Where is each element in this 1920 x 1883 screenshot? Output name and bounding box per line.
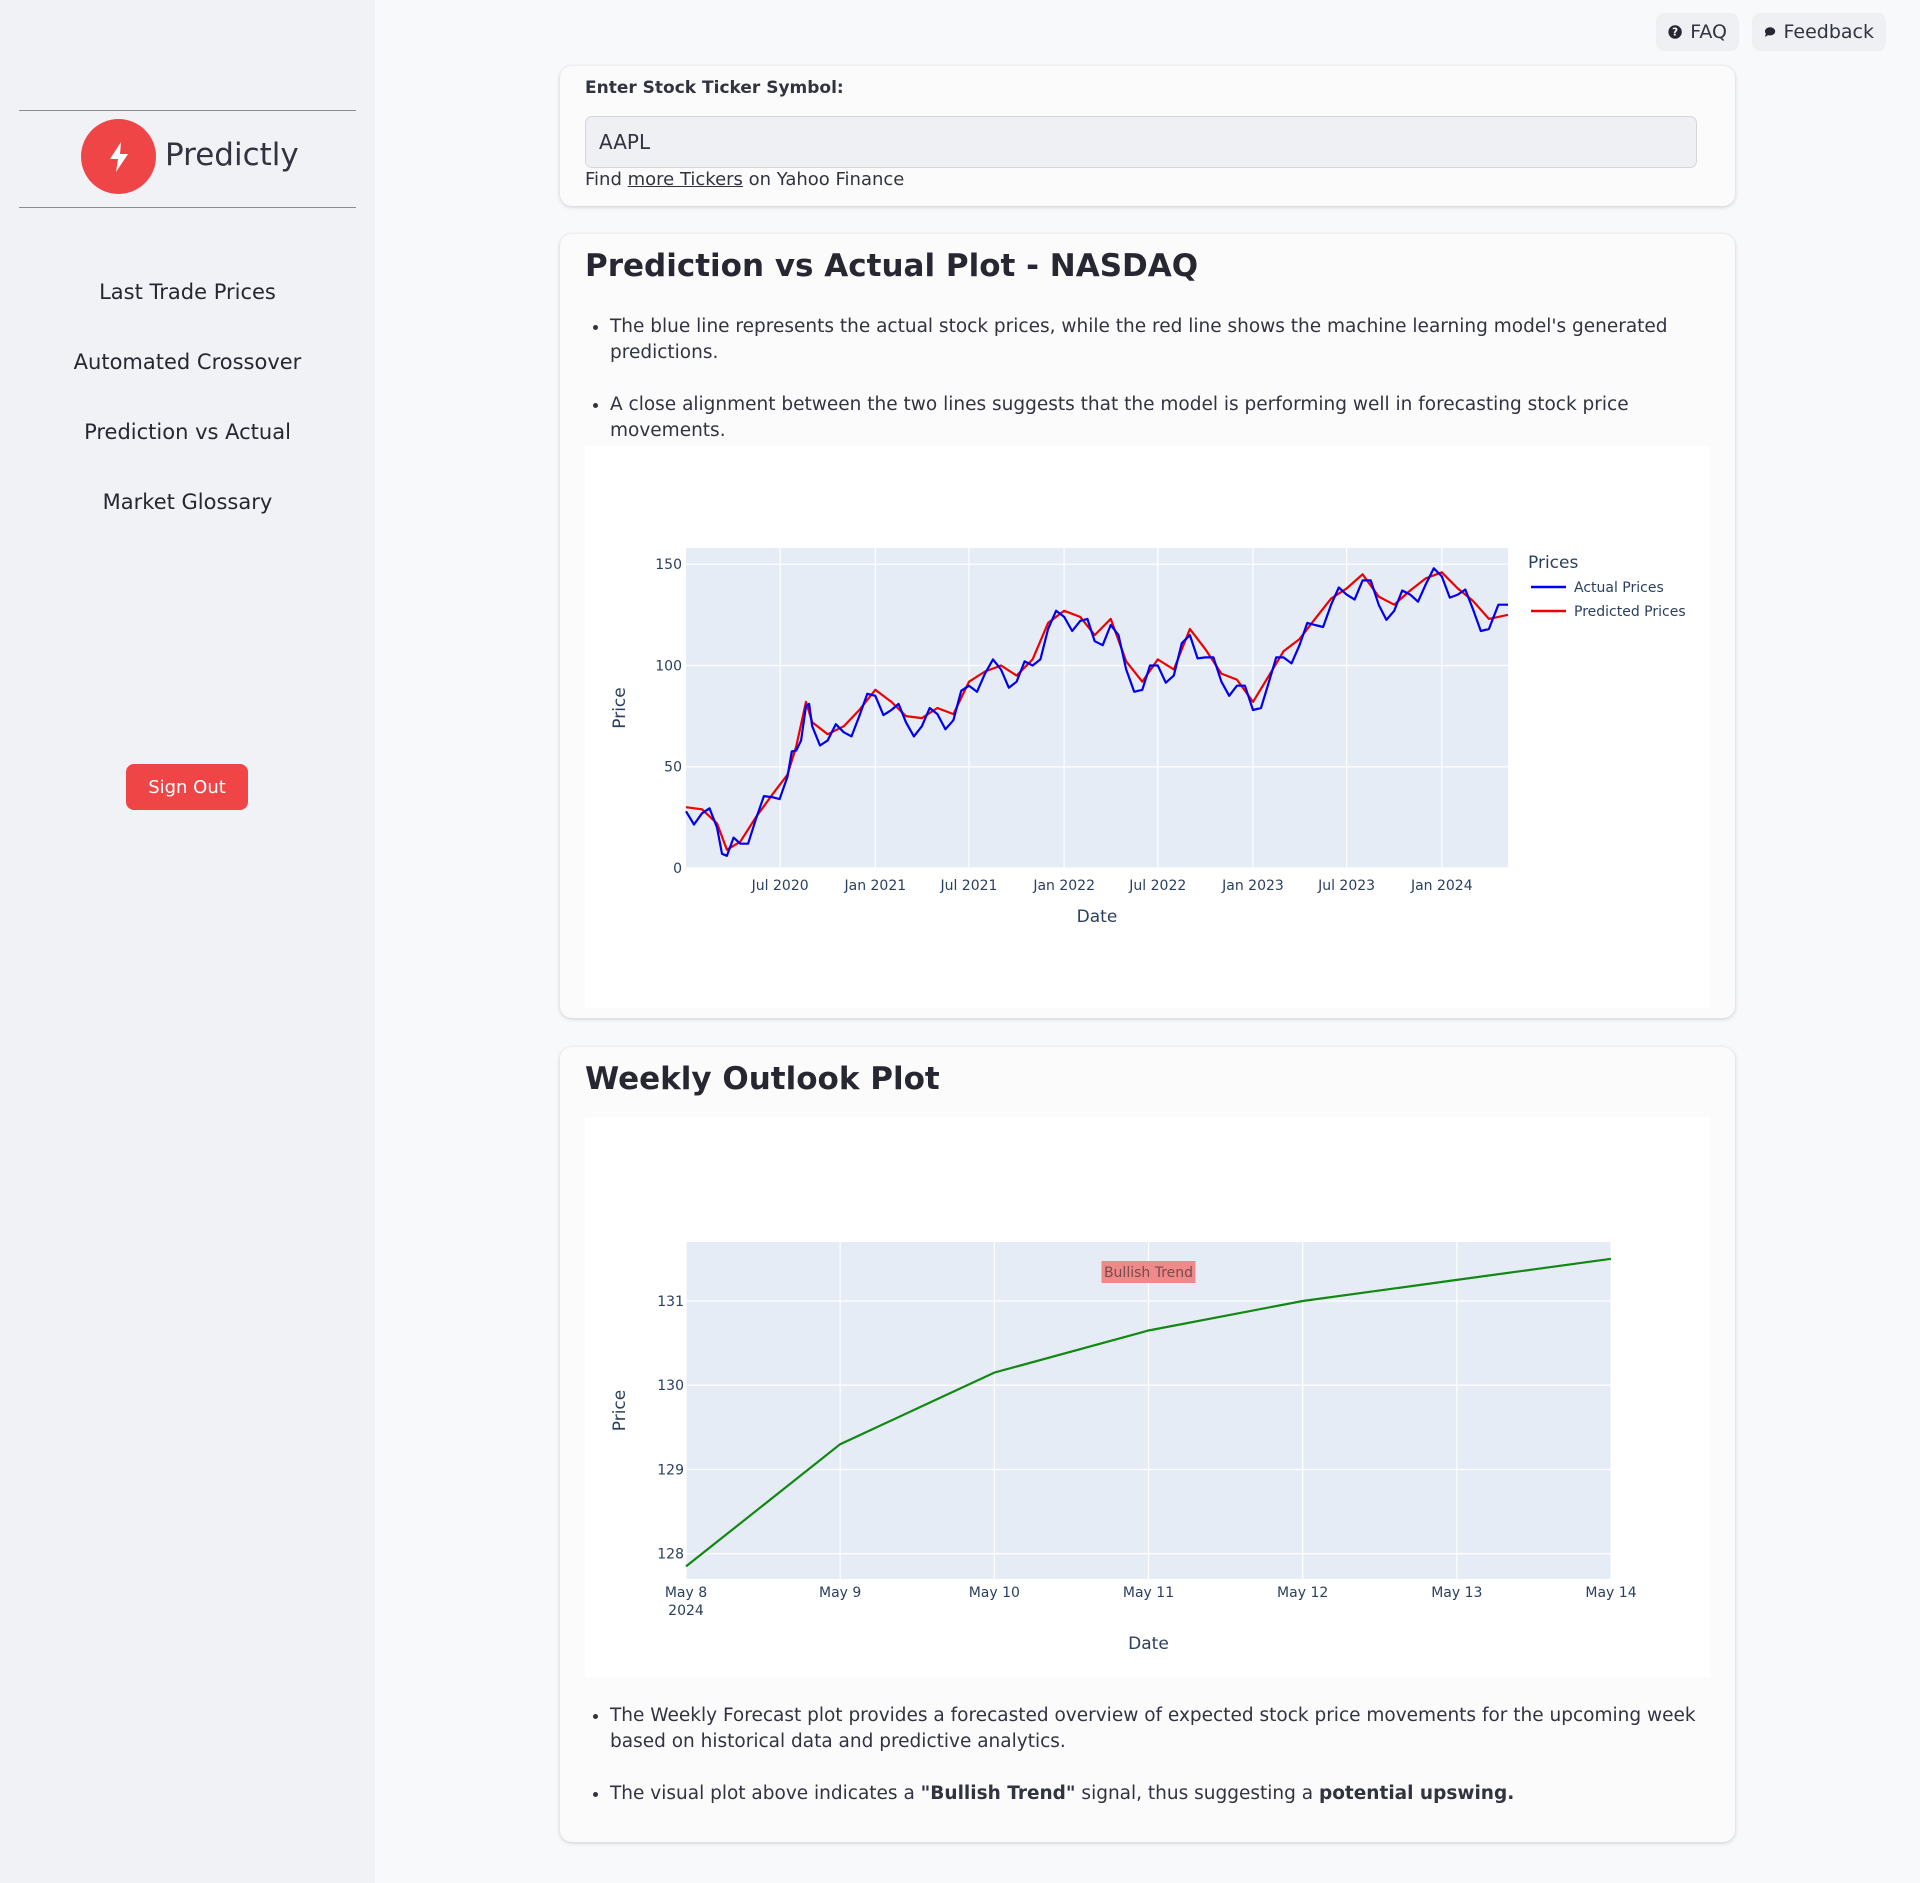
speech-bubble-icon: [1764, 27, 1776, 37]
x-tick-label: Jan 2022: [1032, 878, 1095, 894]
y-tick-label: 130: [657, 1378, 684, 1394]
y-tick-label: 0: [673, 861, 682, 877]
x-tick-label: Jan 2021: [843, 878, 906, 894]
x-tick-label: May 8: [665, 1585, 707, 1601]
x-tick-label: May 9: [819, 1585, 861, 1601]
ticker-label: Enter Stock Ticker Symbol:: [585, 78, 844, 98]
sidebar-item-market-glossary[interactable]: Market Glossary: [0, 490, 375, 514]
list-item: A close alignment between the two lines …: [610, 392, 1750, 444]
more-tickers-link[interactable]: more Tickers: [628, 169, 743, 190]
annotation-label: Bullish Trend: [1104, 1265, 1193, 1281]
prediction-card: Prediction vs Actual Plot - NASDAQ The b…: [560, 234, 1735, 1018]
list-item: The blue line represents the actual stoc…: [610, 314, 1750, 366]
legend-entry: Actual Prices: [1574, 580, 1664, 596]
ticker-help: Find more Tickers on Yahoo Finance: [585, 169, 904, 190]
x-tick-label: Jul 2021: [939, 878, 997, 894]
feedback-button[interactable]: Feedback: [1752, 13, 1886, 51]
weekly-card: Weekly Outlook Plot 128 129 130 131 May 8 May…: [560, 1047, 1735, 1842]
x-tick-label: May 14: [1585, 1585, 1636, 1601]
weekly-title: Weekly Outlook Plot: [585, 1061, 940, 1097]
weekly-plot[interactable]: 128 129 130 131 May 8 May 9 May 10 May 11 May 12…: [585, 1117, 1710, 1677]
y-tick-label: 50: [664, 760, 682, 776]
x-tick-sublabel: 2024: [668, 1603, 704, 1619]
y-tick-label: 150: [655, 557, 682, 573]
y-axis-title: Price: [610, 1390, 630, 1431]
sidebar-item-prediction-vs-actual[interactable]: Prediction vs Actual: [0, 420, 375, 444]
y-tick-label: 100: [655, 658, 682, 674]
x-tick-label: May 11: [1123, 1585, 1174, 1601]
x-tick-label: Jan 2023: [1221, 878, 1284, 894]
x-axis-title: Date: [1128, 1634, 1169, 1654]
faq-label: FAQ: [1690, 21, 1727, 43]
brand-name: Predictly: [165, 137, 299, 173]
ticker-card: Enter Stock Ticker Symbol: AAPL Find mor…: [560, 66, 1735, 206]
prediction-plot[interactable]: 0 50 100 150 Jul 2020 Jan 2021 Jul 2021 Jan 202…: [585, 446, 1710, 1008]
bullet-text: signal, thus suggesting a: [1075, 1783, 1319, 1804]
brand-logo: [81, 119, 156, 194]
sidebar-item-last-trade-prices[interactable]: Last Trade Prices: [0, 280, 375, 304]
x-tick-label: Jul 2020: [751, 878, 809, 894]
x-tick-label: Jul 2022: [1128, 878, 1186, 894]
bullet-text: The visual plot above indicates a: [610, 1783, 921, 1804]
brand: Predictly: [19, 110, 356, 208]
sign-out-button[interactable]: Sign Out: [126, 764, 248, 810]
y-tick-label: 128: [657, 1547, 684, 1563]
x-tick-label: Jan 2024: [1410, 878, 1473, 894]
potential-upswing-emphasis: potential upswing.: [1318, 1783, 1515, 1804]
y-axis-title: Price: [610, 687, 630, 728]
x-tick-label: May 13: [1431, 1585, 1482, 1601]
weekly-outlook-chart[interactable]: 128 129 130 131 May 8 May 9 May 10 May 11 May 12…: [585, 1117, 1710, 1677]
bullish-trend-emphasis: "Bullish Trend": [920, 1783, 1076, 1804]
ticker-help-suffix: on Yahoo Finance: [742, 169, 905, 190]
x-tick-label: May 12: [1277, 1585, 1328, 1601]
list-item: The Weekly Forecast plot provides a fore…: [610, 1703, 1735, 1755]
sidebar-item-automated-crossover[interactable]: Automated Crossover: [0, 350, 375, 374]
prediction-vs-actual-chart[interactable]: 0 50 100 150 Jul 2020 Jan 2021 Jul 2021 Jan 202…: [585, 446, 1710, 1008]
faq-button[interactable]: ? FAQ: [1656, 13, 1739, 51]
feedback-label: Feedback: [1783, 21, 1874, 43]
weekly-bullets: The Weekly Forecast plot provides a fore…: [585, 1703, 1735, 1833]
legend-entry: Predicted Prices: [1574, 604, 1686, 620]
ticker-input[interactable]: AAPL: [585, 116, 1697, 168]
list-item: The visual plot above indicates a "Bulli…: [610, 1781, 1735, 1807]
x-axis-title: Date: [1077, 907, 1118, 927]
svg-text:?: ?: [1672, 27, 1678, 39]
x-tick-label: May 10: [969, 1585, 1020, 1601]
lightning-bolt-icon: [109, 141, 128, 172]
question-circle-icon: ?: [1668, 25, 1682, 39]
ticker-help-prefix: Find: [585, 169, 628, 190]
y-tick-label: 129: [657, 1462, 684, 1478]
legend-title: Prices: [1528, 553, 1578, 573]
sidebar: Predictly Last Trade Prices Automated Cr…: [0, 0, 375, 1883]
ticker-input-value: AAPL: [599, 130, 651, 154]
x-tick-label: Jul 2023: [1317, 878, 1375, 894]
y-tick-label: 131: [657, 1294, 684, 1310]
prediction-title: Prediction vs Actual Plot - NASDAQ: [585, 248, 1199, 284]
